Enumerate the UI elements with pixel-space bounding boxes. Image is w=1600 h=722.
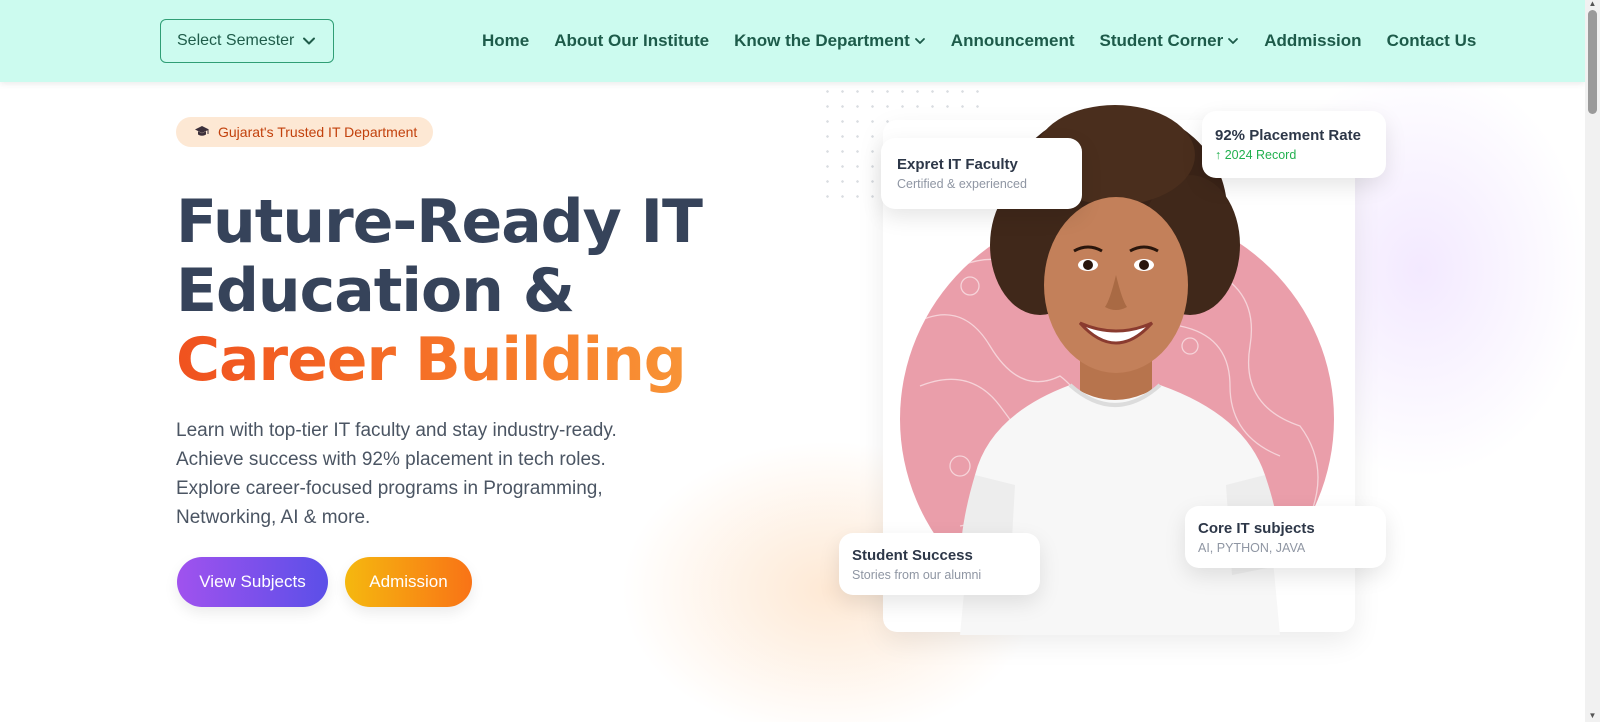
- hero-description: Learn with top-tier IT faculty and stay …: [176, 416, 636, 532]
- nav-announcement[interactable]: Announcement: [951, 31, 1075, 51]
- subjects-card-title: Core IT subjects: [1198, 519, 1315, 537]
- subjects-card-subtitle: AI, PYTHON, JAVA: [1198, 540, 1306, 555]
- faculty-card: Expret IT Faculty Certified & experience…: [881, 138, 1082, 209]
- hero-description-line: Explore career-focused programs in Progr…: [176, 478, 603, 499]
- view-subjects-button[interactable]: View Subjects: [177, 557, 328, 607]
- nav-student-corner[interactable]: Student Corner: [1100, 31, 1240, 51]
- navbar: Select Semester Home About Our Institute…: [0, 0, 1585, 82]
- hero-title: Future-Ready IT Education & Career Build…: [176, 188, 736, 395]
- success-card-title: Student Success: [852, 546, 973, 564]
- scroll-down-arrow-icon[interactable]: ▼: [1588, 712, 1597, 720]
- graduation-cap-icon: [195, 126, 209, 136]
- nav-student-corner-label: Student Corner: [1099, 31, 1224, 50]
- nav-about[interactable]: About Our Institute: [554, 31, 709, 51]
- nav-contact[interactable]: Contact Us: [1387, 31, 1477, 51]
- success-card-subtitle: Stories from our alumni: [852, 567, 982, 582]
- placement-card: 92% Placement Rate ↑ 2024 Record: [1202, 111, 1386, 178]
- trusted-badge: Gujarat's Trusted IT Department: [176, 117, 434, 147]
- placement-card-subtitle: ↑ 2024 Record: [1215, 148, 1297, 162]
- core-subjects-card: Core IT subjects AI, PYTHON, JAVA: [1185, 506, 1386, 568]
- nav-department[interactable]: Know the Department: [734, 31, 926, 51]
- nav-home-label: Home: [482, 31, 530, 50]
- semester-select-label: Select Semester: [177, 32, 295, 49]
- badge-text: Gujarat's Trusted IT Department: [218, 124, 418, 140]
- student-success-card: Student Success Stories from our alumni: [839, 533, 1040, 595]
- nav-department-label: Know the Department: [734, 31, 910, 50]
- main-nav: Home About Our Institute Know the Depart…: [482, 0, 1501, 82]
- scroll-up-arrow-icon[interactable]: ▲: [1588, 0, 1597, 8]
- chevron-down-icon: [1228, 38, 1239, 44]
- scrollbar-thumb[interactable]: [1588, 10, 1597, 114]
- admission-button[interactable]: Admission: [345, 557, 472, 607]
- nav-home[interactable]: Home: [482, 31, 529, 51]
- nav-announcement-label: Announcement: [950, 31, 1075, 50]
- faculty-card-title: Expret IT Faculty: [897, 156, 1018, 173]
- chevron-down-icon: [914, 38, 925, 44]
- semester-select[interactable]: Select Semester: [160, 19, 334, 63]
- hero-description-line: Networking, AI & more.: [176, 507, 371, 528]
- nav-admission[interactable]: Addmission: [1264, 31, 1361, 51]
- nav-about-label: About Our Institute: [554, 31, 710, 50]
- hero-title-accent: Career Building: [176, 326, 736, 395]
- chevron-down-icon: [303, 37, 316, 45]
- faculty-card-subtitle: Certified & experienced: [897, 177, 1027, 191]
- hero-title-line-2: Education &: [176, 256, 575, 326]
- nav-admission-label: Addmission: [1264, 31, 1362, 50]
- hero-title-line-1: Future-Ready IT: [176, 187, 703, 257]
- hero-description-line: Learn with top-tier IT faculty and stay …: [176, 420, 617, 441]
- hero-description-line: Achieve success with 92% placement in te…: [176, 449, 606, 470]
- nav-contact-label: Contact Us: [1386, 31, 1477, 50]
- placement-card-title: 92% Placement Rate: [1215, 127, 1361, 144]
- page-scrollbar[interactable]: ▲ ▼: [1585, 0, 1600, 722]
